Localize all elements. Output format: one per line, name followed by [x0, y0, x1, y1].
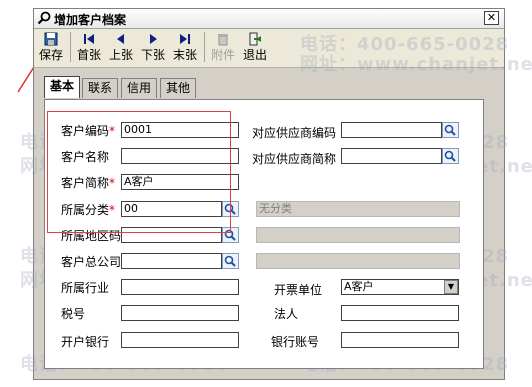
supplier-code-label: 对应供应商编码 [252, 126, 337, 140]
head-company-label: 客户总公司 [61, 255, 122, 269]
previous-icon [117, 34, 124, 44]
tab-contact[interactable]: 联系 [82, 78, 118, 98]
magnifier-icon [224, 255, 236, 267]
exit-button[interactable]: 退出 [240, 30, 270, 64]
magnifier-icon [444, 150, 456, 162]
next-icon [150, 34, 157, 44]
invoice-unit-value: A客户 [344, 280, 374, 293]
region-description [256, 227, 460, 243]
last-record-button[interactable]: 末张 [170, 30, 200, 64]
head-company-input[interactable] [121, 253, 222, 269]
legal-person-label: 法人 [274, 307, 299, 321]
head-company-lookup-button[interactable] [222, 253, 239, 269]
save-label: 保存 [38, 48, 63, 62]
close-button[interactable]: ✕ [484, 11, 499, 25]
bank-label: 开户银行 [61, 335, 110, 349]
attachment-label: 附件 [210, 48, 235, 62]
next-record-button[interactable]: 下张 [138, 30, 168, 64]
tax-no-label: 税号 [61, 307, 86, 321]
window-title: 增加客户档案 [54, 13, 127, 27]
attachment-button[interactable]: 附件 [208, 30, 238, 64]
tab-other[interactable]: 其他 [160, 78, 196, 98]
invoice-unit-select[interactable]: A客户 ▼ [341, 279, 459, 295]
industry-input[interactable] [121, 279, 239, 295]
invoice-unit-label: 开票单位 [274, 283, 323, 297]
watermark-site: 网址：www.chanjet.net [300, 54, 532, 75]
supplier-code-input[interactable] [341, 122, 442, 138]
annotation-highlight-box [47, 111, 231, 233]
bank-account-input[interactable] [341, 332, 459, 348]
first-record-button[interactable]: 首张 [74, 30, 104, 64]
supplier-abbr-input[interactable] [341, 148, 442, 164]
bank-input[interactable] [121, 332, 239, 348]
first-record-icon [84, 34, 94, 44]
legal-person-input[interactable] [341, 305, 459, 321]
supplier-abbr-lookup-button[interactable] [442, 148, 459, 164]
search-icon [37, 11, 51, 25]
head-company-description [256, 253, 460, 269]
magnifier-icon [444, 124, 456, 136]
chevron-down-icon[interactable]: ▼ [444, 280, 458, 294]
toolbar-separator [70, 32, 71, 62]
previous-record-button[interactable]: 上张 [106, 30, 136, 64]
tab-basic[interactable]: 基本 [44, 76, 80, 98]
toolbar-separator [204, 32, 205, 62]
exit-label: 退出 [242, 48, 267, 62]
tab-credit[interactable]: 信用 [121, 78, 157, 98]
title-bar[interactable]: 增加客户档案 ✕ [34, 9, 504, 29]
first-record-label: 首张 [76, 48, 101, 62]
bank-account-label: 银行账号 [271, 335, 320, 349]
save-button[interactable]: 保存 [36, 30, 66, 64]
tax-no-input[interactable] [121, 305, 239, 321]
last-record-label: 末张 [172, 48, 197, 62]
floppy-disk-icon [44, 32, 58, 46]
previous-record-label: 上张 [108, 48, 133, 62]
last-record-icon [180, 34, 190, 44]
exit-door-icon [249, 32, 261, 46]
supplier-code-lookup-button[interactable] [442, 122, 459, 138]
category-description: 无分类 [256, 201, 460, 217]
next-record-label: 下张 [140, 48, 165, 62]
industry-label: 所属行业 [61, 281, 110, 295]
trash-icon [218, 34, 228, 46]
supplier-abbr-label: 对应供应商简称 [252, 152, 337, 166]
